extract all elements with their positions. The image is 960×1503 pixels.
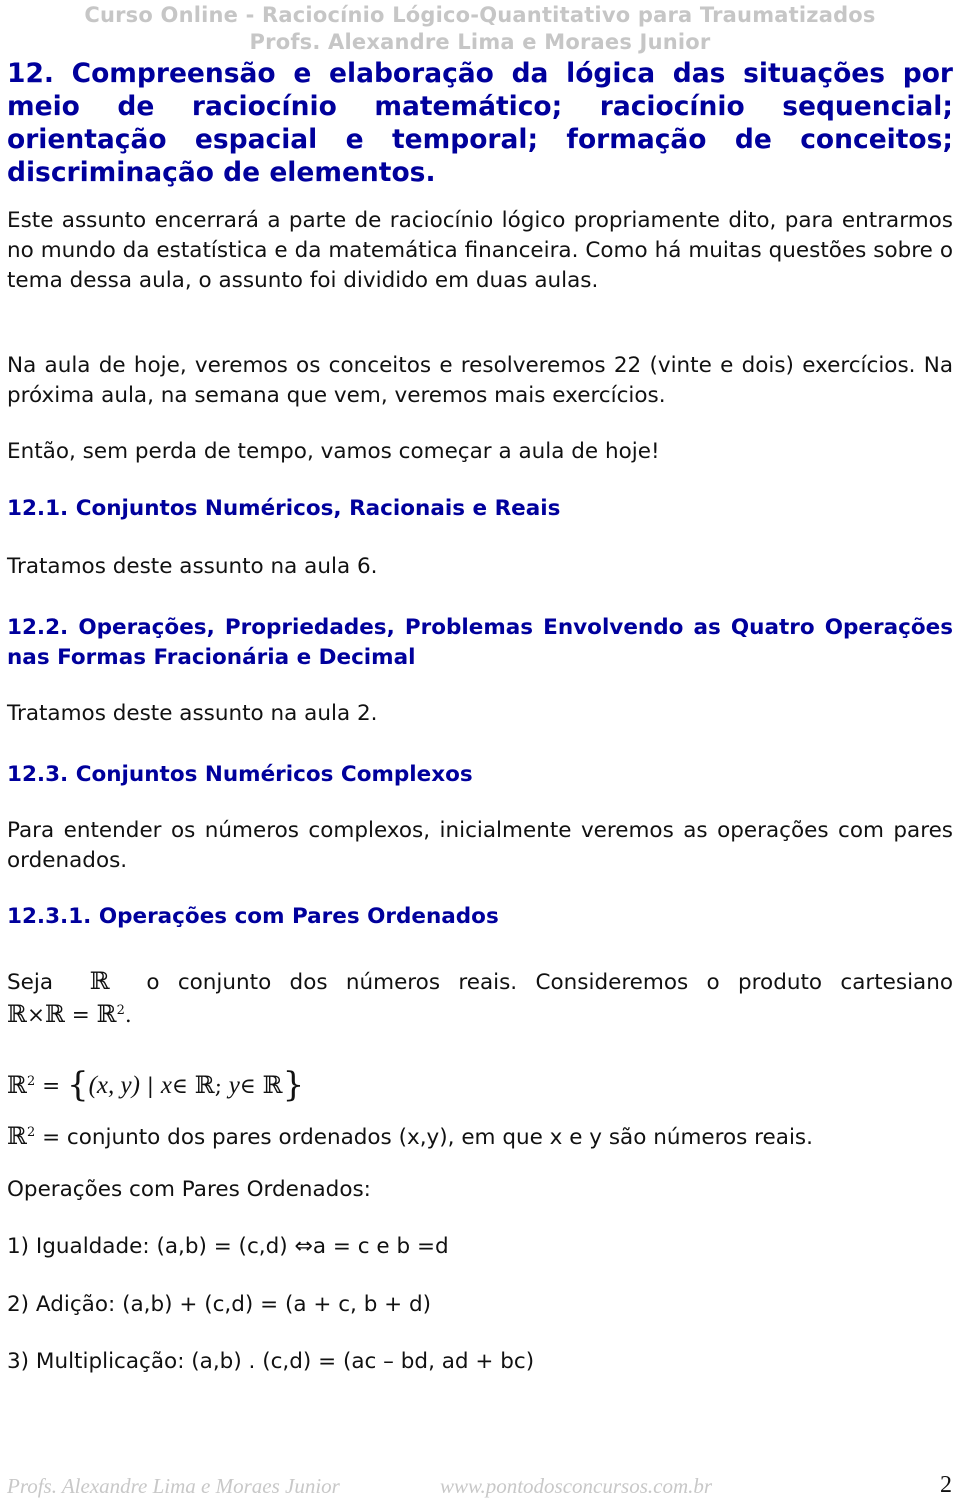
close-brace: } <box>282 1065 305 1106</box>
reals-symbol: ℝ <box>262 1071 283 1100</box>
section-12-3-heading: 12.3. Conjuntos Numéricos Complexos <box>7 762 473 787</box>
r2-description-text: = conjunto dos pares ordenados (x,y), em… <box>42 1125 813 1151</box>
equals-symbol: = <box>42 1074 61 1100</box>
element-of-symbol: ∈ <box>171 1074 188 1100</box>
today-paragraph: Na aula de hoje, veremos os conceitos e … <box>7 353 953 408</box>
r2-description: ℝ2 = conjunto dos pares ordenados (x,y),… <box>7 1118 953 1153</box>
such-that-bar: | <box>146 1074 155 1100</box>
open-brace: { <box>66 1065 89 1106</box>
page-number: 2 <box>940 1472 952 1498</box>
pair-xy: (x, y) <box>88 1072 140 1100</box>
squared-exponent: 2 <box>26 1125 36 1140</box>
reals-symbol: ℝ <box>96 1000 117 1029</box>
reals-symbol: ℝ <box>194 1071 215 1100</box>
section-12-1-text: Tratamos deste assunto na aula 6. <box>7 554 378 579</box>
section-12-2-text: Tratamos deste assunto na aula 2. <box>7 701 378 726</box>
footer-website: www.pontodosconcursos.com.br <box>440 1474 713 1498</box>
operation-equality: 1) Igualdade: (a,b) = (c,d) ⇔a = c e b =… <box>7 1232 953 1262</box>
authors-header: Profs. Alexandre Lima e Moraes Junior <box>249 30 711 54</box>
footer-authors: Profs. Alexandre Lima e Moraes Junior <box>7 1474 340 1498</box>
seja-prefix: Seja <box>7 970 54 995</box>
section-12-1-heading: 12.1. Conjuntos Numéricos, Racionais e R… <box>7 496 561 521</box>
section-12-3-text: Para entender os números complexos, inic… <box>7 818 953 873</box>
r2-set-definition: ℝ2 = {(x, y) | x∈ ℝ; y∈ ℝ} <box>7 1063 953 1106</box>
operations-heading: Operações com Pares Ordenados: <box>7 1177 371 1202</box>
reals-symbol: ℝ <box>7 1071 27 1100</box>
cartesian-product-formula: ℝ×ℝ = ℝ2. <box>7 996 953 1031</box>
period: . <box>124 1003 132 1029</box>
var-x: x <box>160 1072 172 1100</box>
operation-multiplication: 3) Multiplicação: (a,b) . (c,d) = (ac – … <box>7 1349 535 1374</box>
semicolon: ; <box>214 1074 222 1100</box>
reals-symbol: ℝ <box>7 1122 27 1151</box>
start-paragraph: Então, sem perda de tempo, vamos começar… <box>7 439 660 464</box>
operation-addition: 2) Adição: (a,b) + (c,d) = (a + c, b + d… <box>7 1292 432 1317</box>
times-symbol: × <box>26 1003 45 1029</box>
squared-exponent: 2 <box>116 1003 125 1018</box>
operation-label: 1) Igualdade: (a,b) = (c,d) <box>7 1234 288 1259</box>
operation-rest: a = c e b =d <box>312 1234 449 1259</box>
course-title-header: Curso Online - Raciocínio Lógico-Quantit… <box>84 3 876 27</box>
section-12-2-heading: 12.2. Operações, Propriedades, Problemas… <box>7 615 953 670</box>
element-of-symbol: ∈ <box>239 1074 256 1100</box>
seja-suffix: o conjunto dos números reais. Considerem… <box>146 970 954 995</box>
equals-symbol: = <box>71 1003 90 1029</box>
reals-symbol: ℝ <box>89 967 110 995</box>
iff-arrow-icon: ⇔ <box>294 1234 313 1259</box>
reals-symbol: ℝ <box>44 1000 65 1029</box>
section-12-3-1-heading: 12.3.1. Operações com Pares Ordenados <box>7 904 499 929</box>
var-y: y <box>228 1072 240 1100</box>
intro-paragraph: Este assunto encerrará a parte de racioc… <box>7 208 953 293</box>
squared-exponent: 2 <box>26 1074 36 1089</box>
reals-symbol: ℝ <box>7 1000 27 1029</box>
section-12-heading: 12. Compreensão e elaboração da lógica d… <box>7 58 953 188</box>
seja-line: Seja ℝ o conjunto dos números reais. Con… <box>7 966 953 998</box>
